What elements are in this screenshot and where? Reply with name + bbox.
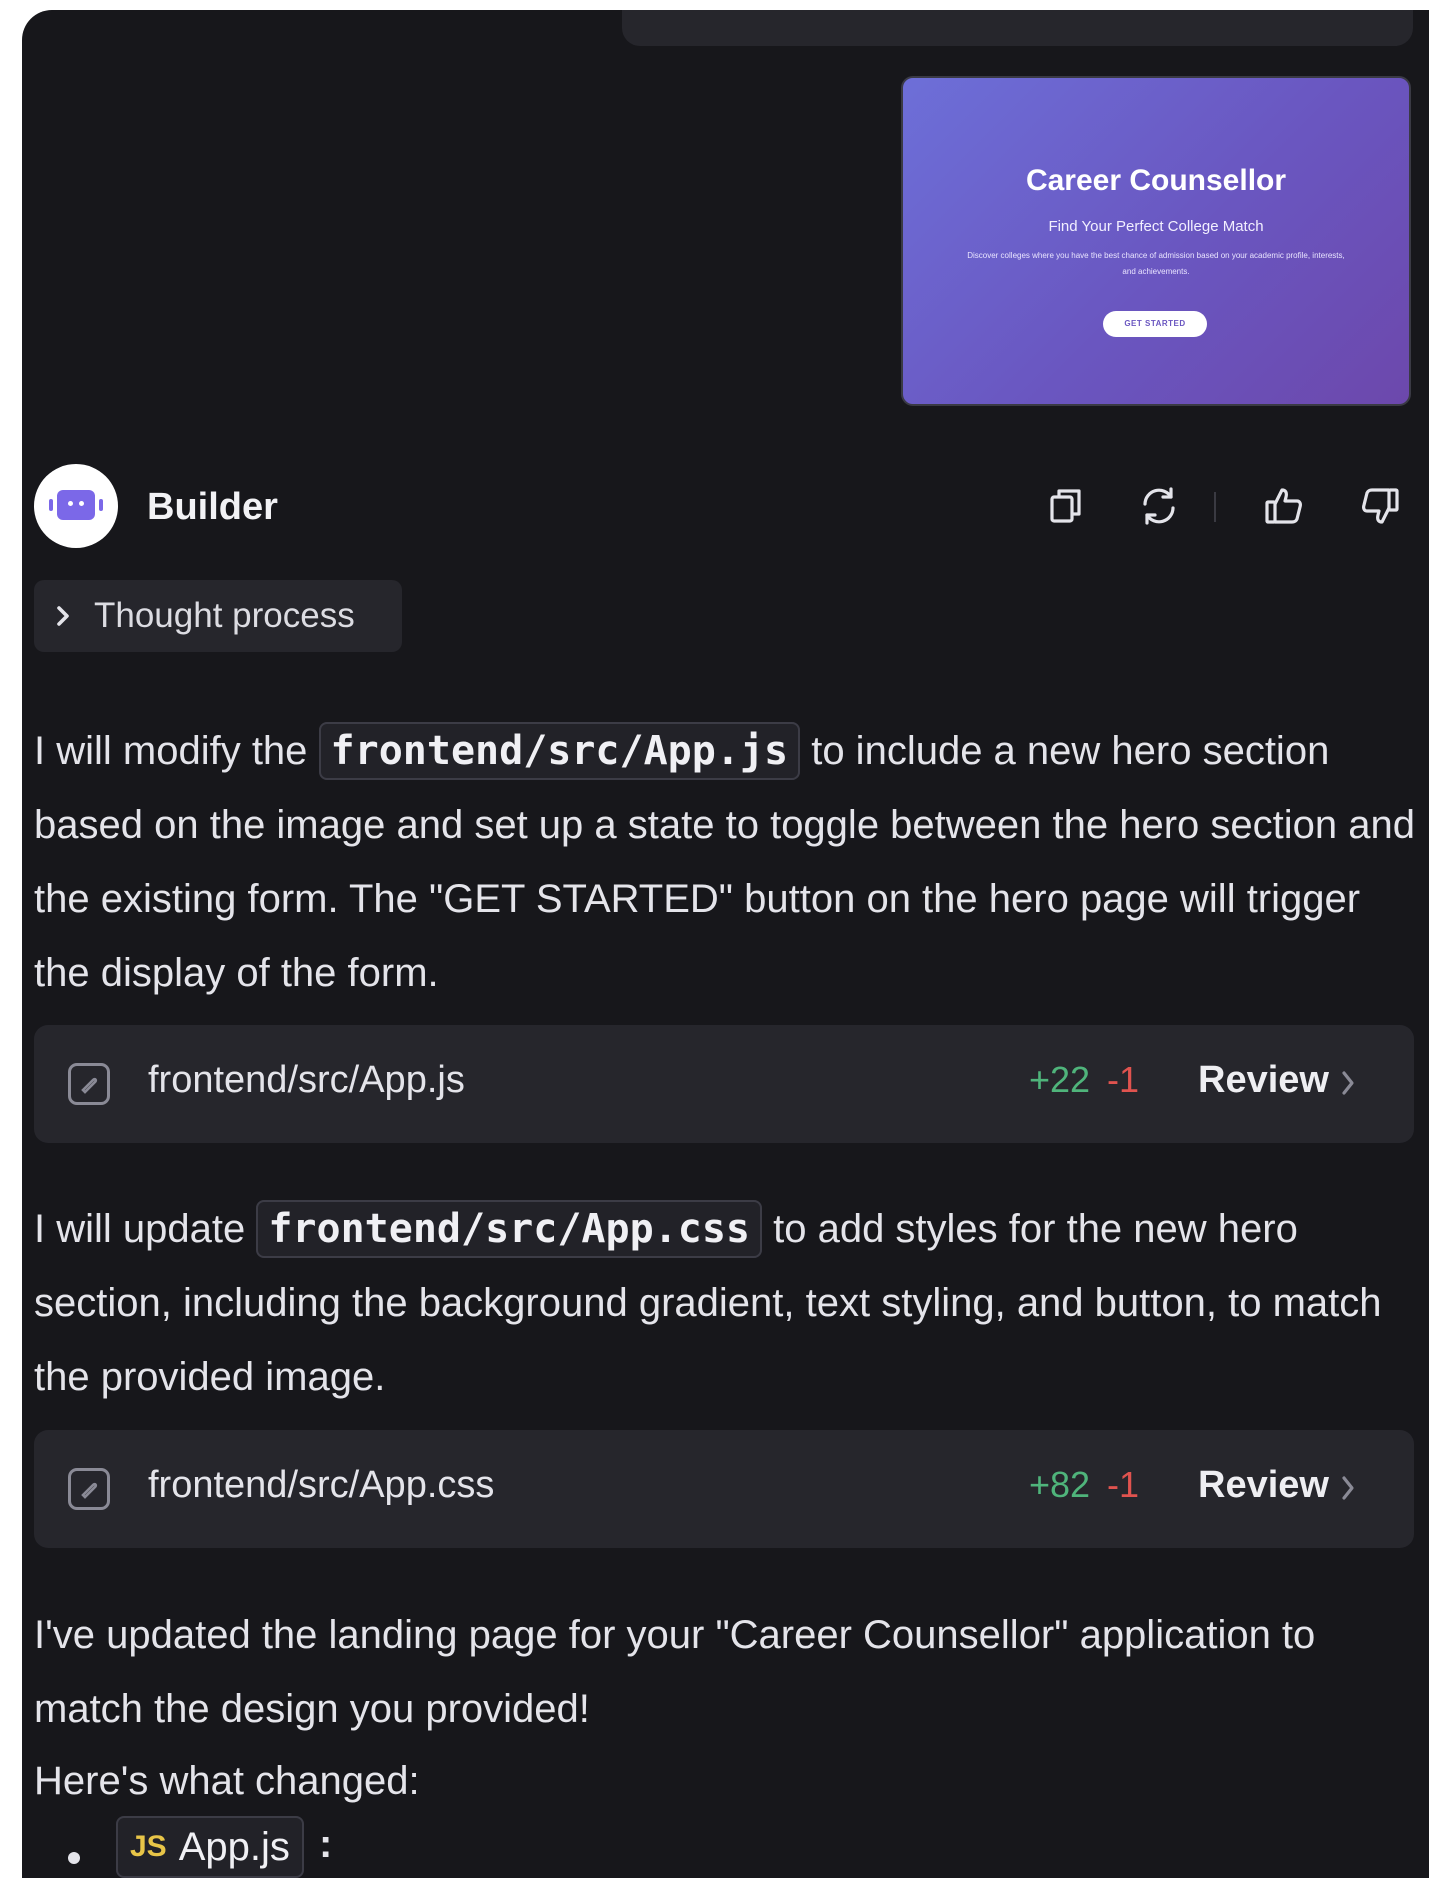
message-paragraph: I will modify the frontend/src/App.js to…	[34, 714, 1416, 1010]
bullet	[68, 1852, 80, 1864]
thumbs-down-icon[interactable]	[1352, 478, 1408, 534]
file-path: frontend/src/App.js	[148, 1059, 465, 1101]
review-button[interactable]: Review	[1198, 1059, 1329, 1102]
lines-removed: -1	[1107, 1464, 1140, 1505]
chevron-right-icon	[1340, 1068, 1356, 1103]
preview-subtitle: Find Your Perfect College Match	[1048, 218, 1264, 235]
robot-ear-left	[49, 499, 53, 511]
lines-added: +82	[1029, 1464, 1091, 1505]
chevron-right-icon	[1340, 1473, 1356, 1508]
preview-description: Discover colleges where you have the bes…	[967, 251, 1345, 276]
chat-panel: Career Counsellor Find Your Perfect Coll…	[22, 10, 1429, 1878]
attached-image-preview[interactable]: Career Counsellor Find Your Perfect Coll…	[901, 76, 1411, 406]
inline-code: frontend/src/App.css	[256, 1200, 762, 1258]
chevron-right-icon	[54, 604, 72, 628]
edit-file-icon	[68, 1063, 110, 1105]
inline-code: frontend/src/App.js	[318, 722, 801, 780]
robot-ear-right	[99, 499, 103, 511]
thought-process-label: Thought process	[94, 596, 355, 635]
regenerate-icon[interactable]	[1131, 478, 1187, 534]
text: I will modify the	[34, 729, 319, 773]
js-file-icon: JS	[130, 1830, 167, 1863]
message-paragraph: I've updated the landing page for your "…	[34, 1613, 1316, 1731]
previous-user-message	[622, 10, 1413, 46]
edit-file-icon	[68, 1468, 110, 1510]
avatar	[34, 464, 118, 548]
robot-icon	[57, 490, 95, 520]
file-change-card[interactable]: frontend/src/App.js +22 -1 Review	[34, 1025, 1414, 1143]
preview-title: Career Counsellor	[1025, 164, 1287, 197]
review-button[interactable]: Review	[1198, 1464, 1329, 1507]
thought-process-toggle[interactable]: Thought process	[34, 580, 402, 652]
preview-get-started-button: GET STARTED	[1103, 311, 1207, 337]
file-change-card[interactable]: frontend/src/App.css +82 -1 Review	[34, 1430, 1414, 1548]
message-paragraph: Here's what changed:	[34, 1759, 420, 1803]
copy-icon[interactable]	[1038, 478, 1094, 534]
file-chip[interactable]: JS App.js	[116, 1816, 304, 1878]
list-item-suffix: :	[319, 1822, 333, 1866]
agent-name: Builder	[147, 486, 278, 528]
lines-added: +22	[1029, 1059, 1091, 1100]
lines-removed: -1	[1107, 1059, 1140, 1100]
message-actions	[1034, 478, 1414, 534]
file-chip-label: App.js	[178, 1824, 290, 1869]
message-paragraph: I will update frontend/src/App.css to ad…	[34, 1192, 1416, 1414]
thumbs-up-icon[interactable]	[1256, 478, 1312, 534]
file-path: frontend/src/App.css	[148, 1464, 495, 1506]
message-header: Builder	[34, 464, 1414, 550]
text: I will update	[34, 1207, 257, 1251]
actions-divider	[1214, 492, 1216, 522]
